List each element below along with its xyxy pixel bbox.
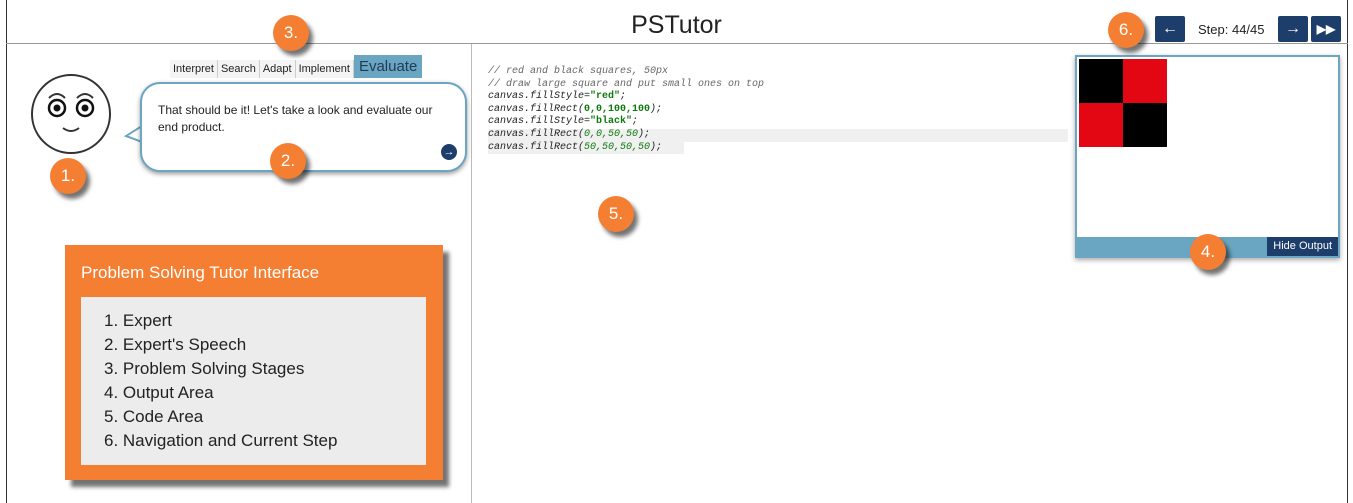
- prev-step-button[interactable]: ←: [1155, 16, 1185, 42]
- badge-stages: 3.: [273, 15, 309, 51]
- legend-list: 1. Expert 2. Expert's Speech 3. Problem …: [81, 297, 426, 465]
- code-line-highlighted: canvas.fillRect(50,50,50,50);: [488, 141, 684, 155]
- panel-divider: [471, 44, 472, 503]
- legend-item: 3. Problem Solving Stages: [104, 359, 305, 378]
- step-indicator: Step: 44/45: [1198, 22, 1265, 37]
- app-title: PSTutor: [631, 11, 722, 39]
- output-canvas: [1079, 59, 1167, 147]
- code-line: canvas.fillRect(0,0,100,100);: [488, 103, 663, 115]
- black-square: [1079, 59, 1123, 103]
- speech-next-button[interactable]: →: [441, 144, 457, 160]
- badge-navigation: 6.: [1108, 12, 1144, 48]
- red-square: [1079, 103, 1123, 147]
- skip-to-end-icon: ▶▶: [1316, 22, 1336, 36]
- header-divider: [6, 43, 1348, 44]
- badge-expert: 1.: [50, 158, 86, 194]
- black-square: [1123, 103, 1167, 147]
- legend-item: 2. Expert's Speech: [104, 335, 247, 354]
- interface-legend: Problem Solving Tutor Interface 1. Exper…: [65, 245, 443, 480]
- code-line: canvas.fillStyle="red";: [488, 91, 627, 103]
- legend-title: Problem Solving Tutor Interface: [81, 263, 320, 282]
- badge-code: 5.: [598, 196, 634, 232]
- red-square: [1123, 59, 1167, 103]
- code-line: // red and black squares, 50px: [488, 66, 669, 77]
- code-line: // draw large square and put small ones …: [488, 78, 765, 90]
- expert-speech-text: That should be it! Let's take a look and…: [158, 103, 433, 134]
- problem-solving-stages: Interpret Search Adapt Implement Evaluat…: [170, 55, 423, 78]
- expert-avatar: [31, 74, 111, 154]
- output-area: Hide Output: [1075, 55, 1340, 258]
- arrow-right-circle-icon: →: [443, 145, 455, 158]
- legend-item: 4. Output Area: [104, 383, 214, 402]
- arrow-right-icon: →: [1285, 20, 1301, 37]
- code-line-highlighted: canvas.fillRect(0,0,50,50);: [488, 128, 1068, 142]
- face-icon: [47, 93, 95, 132]
- last-step-button[interactable]: ▶▶: [1311, 16, 1341, 42]
- tab-search[interactable]: Search: [217, 60, 260, 78]
- code-area[interactable]: // red and black squares, 50px // draw l…: [488, 66, 1068, 155]
- tab-adapt[interactable]: Adapt: [259, 60, 296, 78]
- next-step-button[interactable]: →: [1278, 16, 1308, 42]
- tab-evaluate[interactable]: Evaluate: [353, 55, 423, 78]
- hide-output-button[interactable]: Hide Output: [1267, 237, 1338, 256]
- legend-item: 1. Expert: [104, 311, 173, 330]
- badge-output: 4.: [1190, 234, 1226, 270]
- code-line: canvas.fillStyle="black";: [488, 116, 639, 128]
- badge-expert-speech: 2.: [270, 143, 306, 179]
- tab-implement[interactable]: Implement: [295, 60, 354, 78]
- legend-item: 6. Navigation and Current Step: [104, 431, 338, 450]
- arrow-left-icon: ←: [1162, 20, 1178, 37]
- legend-item: 5. Code Area: [104, 407, 204, 426]
- tab-interpret[interactable]: Interpret: [170, 60, 218, 78]
